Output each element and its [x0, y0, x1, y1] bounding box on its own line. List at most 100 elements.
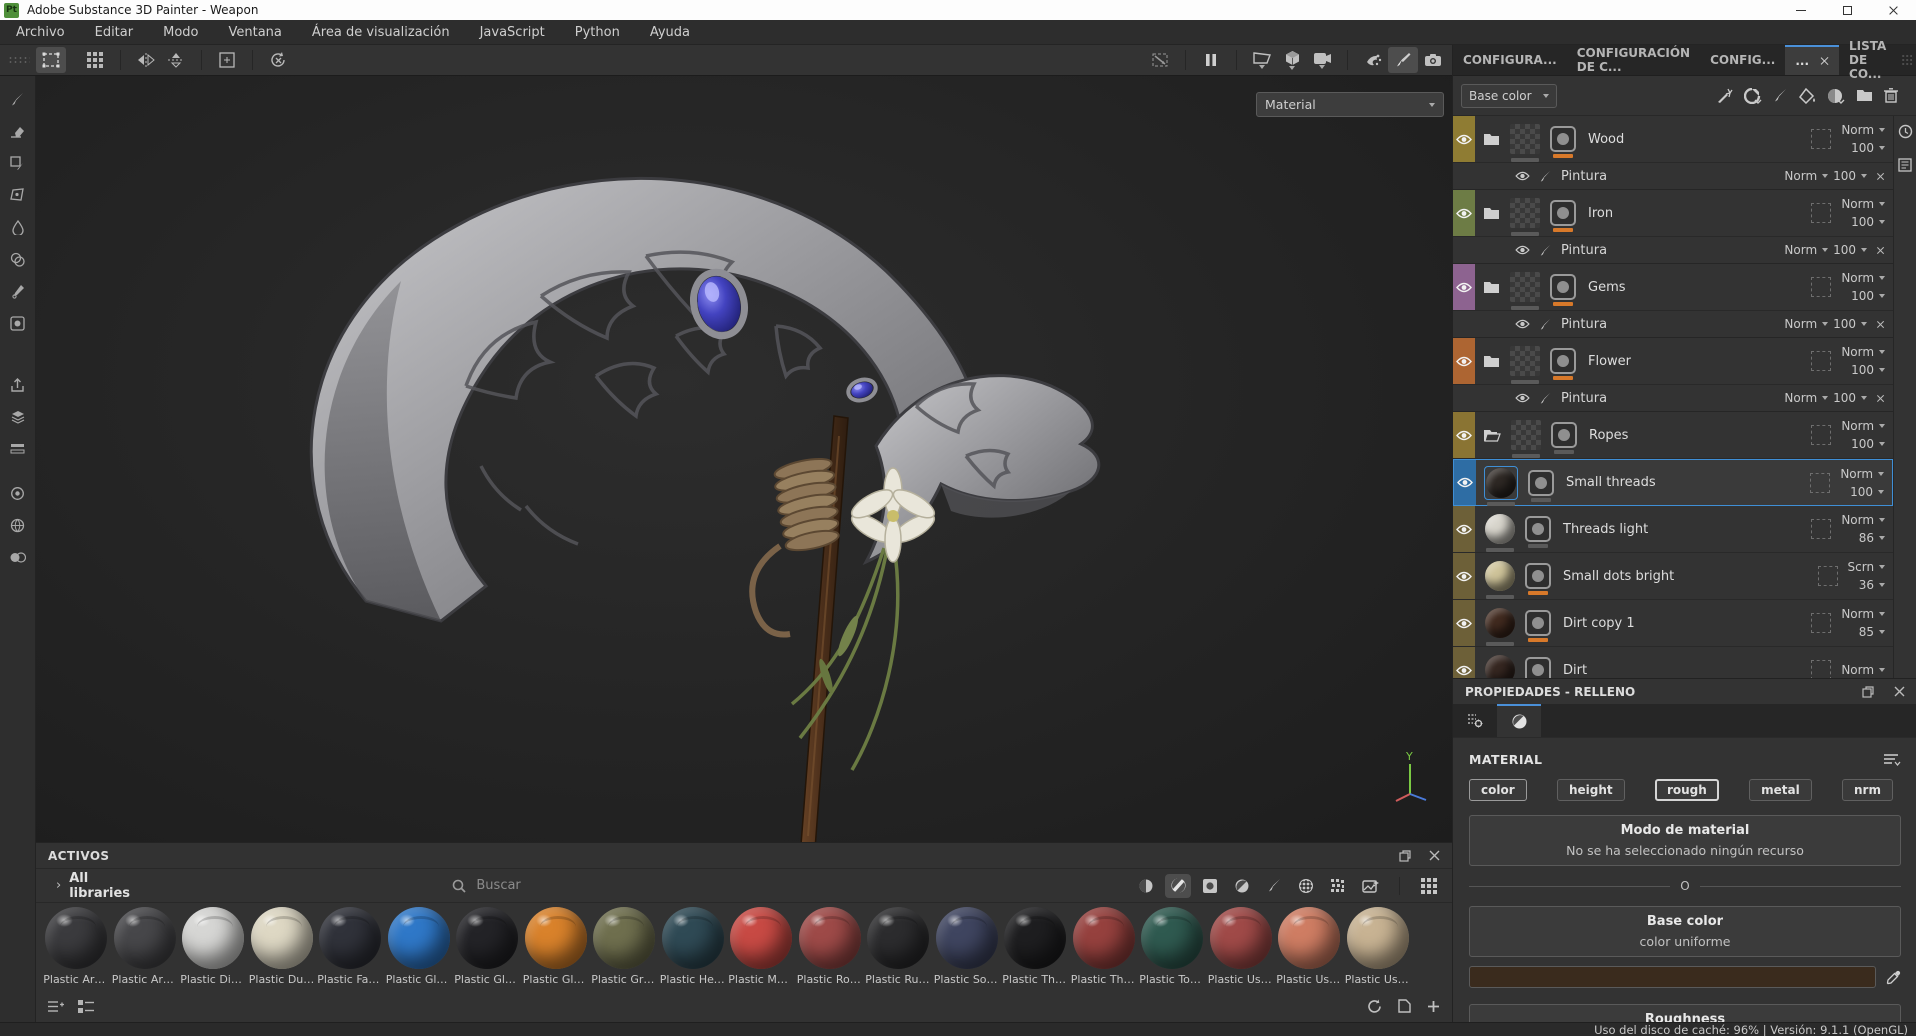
opacity-dropdown[interactable]: 100 [1851, 289, 1885, 303]
channel-color-button[interactable]: color [1469, 779, 1527, 801]
material-swatch[interactable]: Plastic Fak... [316, 907, 385, 991]
mask-thumbnail[interactable] [1510, 124, 1540, 154]
tab-configuracion-1[interactable]: CONFIGURA... [1453, 45, 1567, 75]
close-button[interactable] [1870, 0, 1916, 20]
material-swatch[interactable]: Plastic Arm... [111, 907, 180, 991]
filter-filters-icon[interactable] [1229, 874, 1255, 898]
add-smart-material-icon[interactable] [1716, 87, 1733, 104]
sublayer-row-pintura[interactable]: Pintura Norm 100 [1453, 163, 1893, 190]
list-view-icon[interactable] [48, 1000, 64, 1013]
material-swatch[interactable]: Plastic Thic... [1070, 907, 1139, 991]
tab-configuracion-2[interactable]: CONFIGURACIÓN DE C... [1567, 45, 1700, 75]
blend-mode-dropdown[interactable]: Norm [1841, 513, 1885, 527]
effect-slot[interactable] [1811, 277, 1831, 297]
visibility-eye-icon[interactable] [1456, 134, 1472, 145]
material-mode-selector[interactable]: Modo de material No se ha seleccionado n… [1469, 815, 1901, 866]
folder-icon[interactable] [1483, 281, 1500, 294]
sublayer-row-pintura[interactable]: Pintura Norm 100 [1453, 385, 1893, 412]
effect-slot[interactable] [1811, 351, 1831, 371]
layer-sphere-thumbnail[interactable] [1485, 514, 1515, 544]
paint-tool-icon[interactable] [5, 86, 31, 112]
opacity-dropdown[interactable]: 100 [1833, 243, 1856, 257]
channel-nrm-button[interactable]: nrm [1842, 779, 1893, 801]
layer-row-flower[interactable]: Flower Norm 100 [1453, 338, 1893, 385]
mask-thumbnail[interactable] [1510, 346, 1540, 376]
tab-lista-de-capas[interactable]: LISTA DE CO... [1839, 45, 1898, 75]
material-swatch[interactable]: Plastic Hex... [659, 907, 728, 991]
add-fill-layer-icon[interactable] [1799, 88, 1816, 104]
visibility-eye-icon[interactable] [1456, 430, 1472, 441]
effect-slot[interactable] [1811, 425, 1831, 445]
material-thumbnail[interactable] [1550, 200, 1576, 226]
material-thumbnail[interactable] [1525, 516, 1551, 542]
close-panel-icon[interactable] [1429, 850, 1440, 862]
focus-frame-tool[interactable] [212, 47, 242, 73]
opacity-dropdown[interactable]: 100 [1851, 363, 1885, 377]
visibility-eye-icon[interactable] [1456, 282, 1472, 293]
visibility-eye-icon[interactable] [1457, 477, 1473, 488]
pause-engine-button[interactable] [1196, 47, 1226, 73]
layer-name[interactable]: Dirt [1563, 663, 1587, 678]
expand-chevron-icon[interactable]: › [56, 878, 61, 893]
opacity-dropdown[interactable]: 100 [1851, 141, 1885, 155]
particle-brush-tool[interactable] [1358, 47, 1388, 73]
eraser-tool-icon[interactable] [5, 118, 31, 144]
layer-name[interactable]: Ropes [1589, 428, 1628, 443]
layer-row-iron[interactable]: Iron Norm 100 [1453, 190, 1893, 237]
hide-ui-icon[interactable] [1145, 47, 1175, 73]
filter-materials-icon[interactable] [1133, 874, 1159, 898]
layer-name[interactable]: Iron [1588, 206, 1613, 221]
sublayer-name[interactable]: Pintura [1561, 391, 1607, 406]
material-thumbnail[interactable] [1550, 126, 1576, 152]
remove-effect-icon[interactable] [1876, 246, 1885, 255]
opacity-dropdown[interactable]: 85 [1859, 625, 1885, 639]
effect-slot[interactable] [1810, 473, 1830, 493]
add-effect-icon[interactable] [1827, 88, 1845, 104]
toolbar-grip[interactable] [8, 56, 30, 64]
material-swatch[interactable]: Plastic Dusty [248, 907, 317, 991]
visibility-eye-icon[interactable] [1515, 393, 1530, 403]
layer-row-dirt[interactable]: Dirt Norm [1453, 647, 1893, 678]
mask-thumbnail[interactable] [1510, 198, 1540, 228]
shelf-icon[interactable] [5, 436, 31, 462]
marquee-select-tool[interactable] [36, 47, 66, 73]
smudge-tool-icon[interactable] [5, 214, 31, 240]
sublayer-name[interactable]: Pintura [1561, 169, 1607, 184]
projection-tool-icon[interactable] [5, 150, 31, 176]
base-color-mode-selector[interactable]: Base color color uniforme [1469, 906, 1901, 957]
filter-procedurals-icon[interactable] [1325, 874, 1351, 898]
material-swatch[interactable]: Plastic Glo... [453, 907, 522, 991]
opacity-dropdown[interactable]: 100 [1850, 485, 1884, 499]
layer-sphere-thumbnail[interactable] [1485, 561, 1515, 591]
paint-brush-tool[interactable] [1388, 47, 1418, 73]
effect-slot[interactable] [1811, 203, 1831, 223]
mirror-tool[interactable] [131, 47, 161, 73]
sublayer-row-pintura[interactable]: Pintura Norm 100 [1453, 237, 1893, 264]
grid-view-icon[interactable] [1416, 874, 1442, 898]
blend-mode-dropdown[interactable]: Norm [1841, 419, 1885, 433]
visibility-eye-icon[interactable] [1456, 665, 1472, 676]
material-picker-tool-icon[interactable] [5, 278, 31, 304]
layer-row-gems[interactable]: Gems Norm 100 [1453, 264, 1893, 311]
close-tab-icon[interactable] [1819, 56, 1829, 66]
weapon-3d-model[interactable] [36, 76, 1452, 842]
material-thumbnail[interactable] [1550, 274, 1576, 300]
material-swatch[interactable]: Plastic Arm... [42, 907, 111, 991]
tab-bar-grip[interactable] [1902, 54, 1912, 66]
environment-icon[interactable] [5, 512, 31, 538]
material-swatch[interactable]: Plastic Soft... [933, 907, 1002, 991]
remove-effect-icon[interactable] [1876, 320, 1885, 329]
log-panel-icon[interactable] [1898, 158, 1912, 172]
float-panel-icon[interactable] [1862, 686, 1874, 698]
material-swatch[interactable]: Plastic Glo... [522, 907, 591, 991]
layer-row-dirt-copy-1[interactable]: Dirt copy 1 Norm 85 [1453, 600, 1893, 647]
layer-row-threads-light[interactable]: Threads light Norm 86 [1453, 506, 1893, 553]
layer-name[interactable]: Small dots bright [1563, 569, 1674, 584]
blend-mode-dropdown[interactable]: Norm [1841, 663, 1885, 677]
layer-name[interactable]: Small threads [1566, 475, 1656, 490]
filter-alphas-icon[interactable] [1293, 874, 1319, 898]
tab-configuracion-3[interactable]: CONFIG... [1700, 45, 1785, 75]
visibility-eye-icon[interactable] [1456, 524, 1472, 535]
remove-effect-icon[interactable] [1876, 394, 1885, 403]
material-swatch[interactable]: Plastic Used [1207, 907, 1276, 991]
